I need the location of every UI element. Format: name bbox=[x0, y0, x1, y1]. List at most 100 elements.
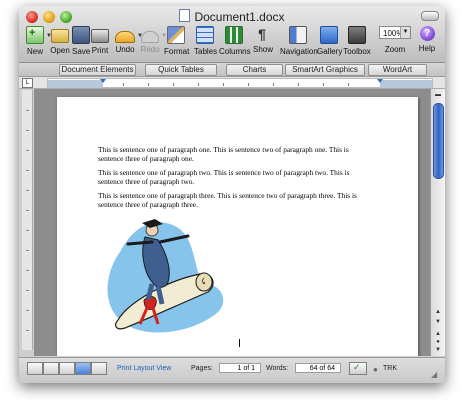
format-button[interactable]: Format bbox=[164, 26, 189, 60]
tab-smartart-graphics[interactable]: SmartArt Graphics bbox=[285, 64, 365, 76]
right-indent-marker[interactable] bbox=[377, 79, 383, 83]
tables-button[interactable]: Tables bbox=[194, 26, 217, 60]
ruler-tick bbox=[26, 310, 29, 311]
show-button[interactable]: ¶ Show bbox=[253, 26, 273, 60]
publishing-layout-view-button[interactable] bbox=[59, 362, 75, 375]
next-page-icon[interactable]: ▼ bbox=[432, 345, 444, 355]
ruler-tick bbox=[198, 83, 199, 86]
navigation-button[interactable]: Navigation bbox=[280, 26, 318, 60]
toolbox-icon bbox=[348, 26, 366, 44]
ruler-tick bbox=[26, 110, 29, 111]
save-disk-icon bbox=[72, 26, 90, 44]
redo-icon bbox=[141, 31, 159, 43]
new-label: New bbox=[26, 47, 43, 56]
folder-icon bbox=[51, 29, 69, 43]
chevron-down-icon: ▼ bbox=[400, 27, 410, 38]
toolbox-label: Toolbox bbox=[343, 47, 371, 56]
ruler-tick bbox=[26, 190, 29, 191]
help-button[interactable]: ? Help bbox=[417, 26, 437, 60]
split-handle[interactable]: ▬ bbox=[432, 90, 444, 100]
ruler-tick bbox=[26, 130, 29, 131]
navigation-label: Navigation bbox=[280, 47, 318, 56]
ruler-tick bbox=[148, 83, 149, 86]
tab-charts[interactable]: Charts bbox=[226, 64, 283, 76]
scroll-up-arrow-icon[interactable]: ▲ bbox=[432, 307, 444, 317]
help-icon: ? bbox=[419, 26, 435, 41]
columns-icon bbox=[225, 26, 243, 44]
window-title-text: Document1.docx bbox=[194, 10, 285, 24]
ruler-tick bbox=[273, 83, 274, 86]
vertical-ruler[interactable] bbox=[22, 90, 33, 350]
ruler-tick bbox=[123, 83, 124, 86]
scroll-down-arrow-icon[interactable]: ▼ bbox=[432, 317, 444, 327]
document-page[interactable]: This is sentence one of paragraph one. T… bbox=[57, 97, 418, 356]
new-button[interactable]: + ▼ New bbox=[24, 26, 52, 60]
document-canvas[interactable]: This is sentence one of paragraph one. T… bbox=[34, 89, 430, 356]
undo-icon bbox=[115, 31, 135, 43]
ruler-tick bbox=[26, 270, 29, 271]
text-cursor bbox=[239, 339, 240, 347]
document-icon bbox=[179, 9, 191, 22]
pages-value[interactable]: 1 of 1 bbox=[219, 363, 261, 373]
print-button[interactable]: Print bbox=[91, 26, 109, 60]
window-title: Document1.docx bbox=[19, 9, 445, 24]
columns-button[interactable]: Columns bbox=[219, 26, 251, 60]
pilcrow-icon: ¶ bbox=[258, 26, 266, 42]
print-layout-view-button[interactable] bbox=[75, 362, 91, 375]
horizontal-ruler[interactable]: L bbox=[19, 77, 445, 89]
notebook-layout-view-button[interactable] bbox=[91, 362, 107, 375]
table-grid-icon bbox=[196, 26, 214, 44]
outline-view-button[interactable] bbox=[43, 362, 59, 375]
ruler-tick bbox=[298, 83, 299, 86]
tab-stop-selector[interactable]: L bbox=[22, 78, 33, 88]
scrollbar-thumb[interactable] bbox=[433, 103, 444, 179]
open-button[interactable]: Open bbox=[50, 26, 70, 60]
ruler-tick bbox=[223, 83, 224, 86]
printer-icon bbox=[91, 29, 109, 43]
redo-button[interactable]: ▼ Redo bbox=[139, 26, 167, 60]
columns-label: Columns bbox=[219, 47, 251, 56]
paragraph-2[interactable]: This is sentence one of paragraph two. T… bbox=[98, 168, 373, 186]
first-line-indent-marker[interactable] bbox=[100, 79, 106, 83]
tab-quick-tables[interactable]: Quick Tables bbox=[145, 64, 217, 76]
toolbox-button[interactable]: Toolbox bbox=[343, 26, 371, 60]
zoom-control[interactable]: 100% ▼ Zoom bbox=[378, 26, 412, 60]
words-value[interactable]: 64 of 64 bbox=[295, 363, 341, 373]
ruler-track bbox=[47, 78, 433, 88]
ruler-tick bbox=[26, 230, 29, 231]
ruler-right-margin bbox=[380, 80, 432, 88]
view-mode-label: Print Layout View bbox=[117, 365, 172, 372]
vertical-scrollbar[interactable]: ▬ ▲ ▼ ▲ ● ▼ bbox=[430, 89, 445, 356]
ruler-tick bbox=[26, 210, 29, 211]
redo-label: Redo bbox=[140, 45, 160, 54]
format-brush-icon bbox=[167, 26, 185, 44]
undo-label: Undo bbox=[115, 45, 135, 54]
ruler-tick bbox=[173, 83, 174, 86]
paragraph-3[interactable]: This is sentence one of paragraph three.… bbox=[98, 191, 373, 209]
toolbar-toggle-button[interactable] bbox=[421, 11, 439, 21]
undo-button[interactable]: ▼ Undo bbox=[113, 26, 143, 60]
zoom-select[interactable]: 100% ▼ bbox=[379, 26, 411, 39]
save-label: Save bbox=[72, 47, 91, 56]
track-changes-label[interactable]: TRK bbox=[383, 365, 397, 372]
draft-view-button[interactable] bbox=[27, 362, 43, 375]
title-bar: Document1.docx + ▼ New Open Save Print ▼… bbox=[19, 6, 445, 63]
track-changes-indicator-icon[interactable]: ● bbox=[373, 365, 378, 374]
spelling-check-icon[interactable]: ✓ bbox=[349, 362, 367, 375]
elements-gallery: Document Elements Quick Tables Charts Sm… bbox=[19, 63, 445, 77]
word-window: Document1.docx + ▼ New Open Save Print ▼… bbox=[19, 6, 445, 383]
gallery-icon bbox=[320, 26, 338, 44]
ruler-tick bbox=[26, 330, 29, 331]
gallery-label: Gallery bbox=[317, 47, 343, 56]
new-document-icon: + bbox=[26, 26, 44, 44]
tab-document-elements[interactable]: Document Elements bbox=[59, 64, 136, 76]
tab-wordart[interactable]: WordArt bbox=[368, 64, 427, 76]
gallery-button[interactable]: Gallery bbox=[317, 26, 343, 60]
status-bar: Print Layout View Pages: 1 of 1 Words: 6… bbox=[19, 357, 445, 383]
paragraph-1[interactable]: This is sentence one of paragraph one. T… bbox=[98, 145, 373, 163]
ruler-tick bbox=[26, 290, 29, 291]
save-button[interactable]: Save bbox=[72, 26, 90, 60]
graduate-clipart-image[interactable] bbox=[100, 212, 230, 337]
print-label: Print bbox=[91, 46, 109, 55]
resize-grip-icon[interactable]: ◢ bbox=[431, 370, 437, 379]
